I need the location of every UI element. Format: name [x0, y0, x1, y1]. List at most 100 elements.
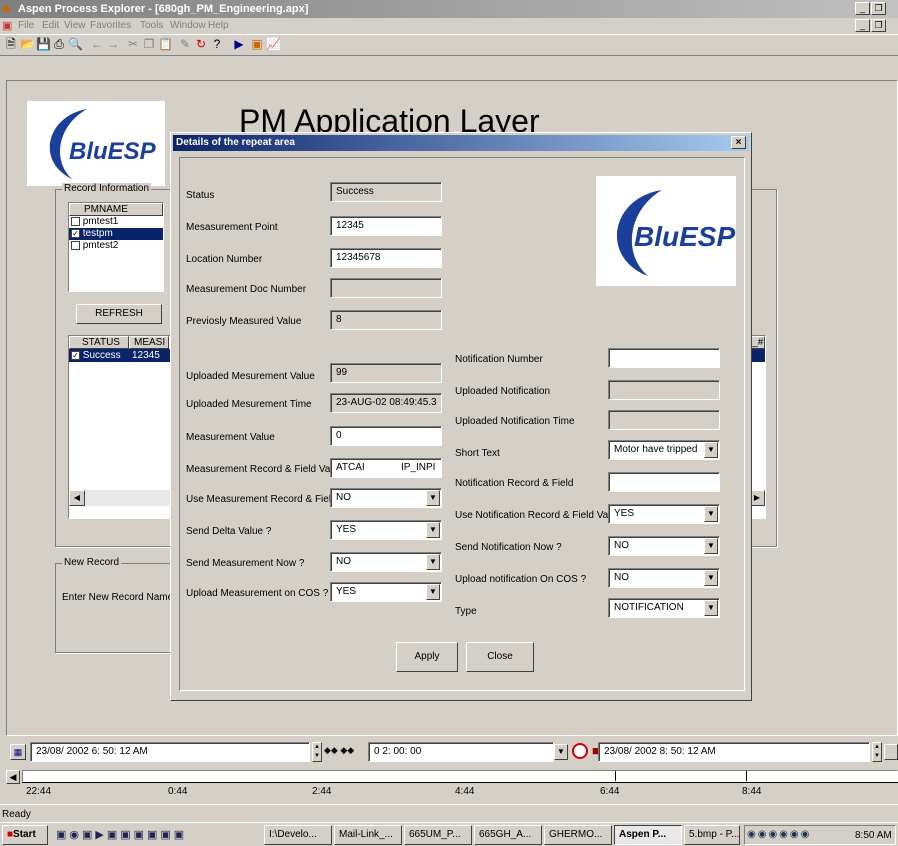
meas-record-input[interactable]: ATCAI IP_INPI	[330, 458, 442, 478]
send-notification-now-label: Send Notification Now ?	[455, 542, 562, 553]
quicklaunch-icons[interactable]: ▣◉▣▶▣▣▣▣▣▣	[56, 828, 187, 841]
print-icon[interactable]: ⎙	[52, 37, 66, 51]
close-button[interactable]: Close	[466, 642, 534, 672]
short-text-select[interactable]: Motor have tripped ▼	[608, 440, 720, 460]
minimize-button[interactable]: _	[855, 2, 870, 15]
upload-notification-cos-select[interactable]: NO ▼	[608, 568, 720, 588]
end-spin-icon[interactable]: ▲ ▼	[872, 742, 882, 762]
forward-icon[interactable]: →	[106, 37, 120, 51]
open-icon[interactable]: 📂	[20, 37, 35, 51]
grid-header-meas[interactable]: MEASI	[129, 336, 169, 349]
list-item[interactable]: pmtest1	[69, 216, 163, 228]
checkbox[interactable]	[71, 216, 80, 226]
checkbox-checked[interactable]: ✓	[71, 350, 80, 360]
chevron-down-icon[interactable]: ▼	[704, 442, 718, 458]
refresh-icon[interactable]: ↻	[194, 37, 208, 51]
dialog-close-button[interactable]: ×	[731, 136, 746, 149]
menu-help[interactable]: Help	[208, 20, 229, 31]
use-notification-record-select[interactable]: YES ▼	[608, 504, 720, 524]
calendar-end-icon[interactable]	[884, 744, 898, 760]
menu-favorites[interactable]: Favorites	[90, 20, 131, 31]
restore-button[interactable]: ❐	[871, 2, 886, 15]
mdi-restore-button[interactable]: ❐	[871, 19, 886, 32]
type-select[interactable]: NOTIFICATION ▼	[608, 598, 720, 618]
row-meas: 12345	[132, 350, 160, 361]
uploaded-notification-field	[608, 380, 720, 400]
end-time-field[interactable]: 23/08/ 2002 8: 50: 12 AM	[598, 742, 870, 762]
scroll-left-button[interactable]: ◀	[69, 490, 85, 506]
measurement-point-input[interactable]: 12345	[330, 216, 442, 236]
send-meas-now-select[interactable]: NO ▼	[330, 552, 442, 572]
chevron-down-icon[interactable]: ▼	[704, 506, 718, 522]
calendar-icon[interactable]: ▦	[10, 744, 26, 760]
notification-record-input[interactable]	[608, 472, 720, 492]
grid-header-status[interactable]: STATUS	[69, 336, 129, 349]
duration-dropdown-button[interactable]: ▼	[554, 744, 568, 760]
explorer-icon[interactable]: ▣	[250, 37, 264, 51]
upload-meas-cos-select[interactable]: YES ▼	[330, 582, 442, 602]
chevron-down-icon[interactable]: ▼	[426, 522, 440, 538]
play-icon[interactable]: ▶	[232, 37, 246, 51]
task-button[interactable]: 665UM_P...	[404, 825, 472, 845]
start-button[interactable]: ■Start	[2, 825, 48, 845]
send-delta-select[interactable]: YES ▼	[330, 520, 442, 540]
cut-icon[interactable]: ✂	[126, 37, 140, 51]
chevron-down-icon[interactable]: ▼	[426, 584, 440, 600]
paste-icon[interactable]: 📋	[158, 37, 173, 51]
checkbox[interactable]	[71, 240, 80, 250]
chevron-down-icon[interactable]: ▼	[426, 490, 440, 506]
save-icon[interactable]: 💾	[36, 37, 51, 51]
spin-icon[interactable]: ▲ ▼	[312, 742, 322, 762]
chevron-down-icon[interactable]: ▼	[704, 600, 718, 616]
task-button[interactable]: Mail-Link_...	[334, 825, 402, 845]
chevron-down-icon[interactable]: ▼	[426, 554, 440, 570]
menu-window[interactable]: Window	[170, 20, 206, 31]
timeline-left-button[interactable]: ◀	[6, 770, 20, 784]
edit-icon[interactable]: ✎	[178, 37, 192, 51]
row-status: Success	[82, 350, 121, 361]
logo-text: BluESP	[69, 138, 157, 165]
mdi-minimize-button[interactable]: _	[855, 19, 870, 32]
chart-icon[interactable]: 📈	[266, 37, 281, 51]
list-item[interactable]: pmtest2	[69, 240, 163, 252]
clock-icon[interactable]	[572, 743, 588, 759]
apply-button[interactable]: Apply	[396, 642, 458, 672]
help-icon[interactable]: ?	[210, 37, 224, 51]
checkbox-checked[interactable]: ✓	[71, 228, 80, 238]
menu-edit[interactable]: Edit	[42, 20, 59, 31]
task-button[interactable]: GHERMO...	[544, 825, 612, 845]
menu-tools[interactable]: Tools	[140, 20, 163, 31]
refresh-button[interactable]: REFRESH	[76, 304, 162, 324]
timeline[interactable]: ◀ 22:44 0:44 2:44 4:44 6:44 8:44	[6, 768, 898, 800]
menu-file[interactable]: File	[18, 20, 34, 31]
pmname-header[interactable]: PMNAME	[69, 203, 163, 216]
print-preview-icon[interactable]: 🔍	[68, 37, 83, 51]
use-meas-record-select[interactable]: NO ▼	[330, 488, 442, 508]
new-icon[interactable]: 🗎	[4, 37, 18, 51]
task-button[interactable]: 5.bmp - P...	[684, 825, 740, 845]
task-button[interactable]: 665GH_A...	[474, 825, 542, 845]
start-time-field[interactable]: 23/08/ 2002 6: 50: 12 AM	[30, 742, 310, 762]
back-icon[interactable]: ←	[90, 37, 104, 51]
location-number-input[interactable]: 12345678	[330, 248, 442, 268]
app-title-bar[interactable]: ◆ Aspen Process Explorer - [680gh_PM_Eng…	[0, 0, 898, 18]
task-button[interactable]: I:\Develo...	[264, 825, 332, 845]
duration-field[interactable]: 0 2: 00: 00	[368, 742, 554, 762]
timeline-window-marker[interactable]	[615, 771, 747, 781]
copy-icon[interactable]: ❐	[142, 37, 156, 51]
step-controls-icon[interactable]: ◆◆ ◆◆	[324, 745, 354, 756]
send-notification-now-select[interactable]: NO ▼	[608, 536, 720, 556]
tick-label: 6:44	[600, 786, 620, 797]
chevron-down-icon[interactable]: ▼	[704, 570, 718, 586]
menu-view[interactable]: View	[64, 20, 86, 31]
list-item[interactable]: ✓ testpm	[69, 228, 163, 240]
dialog-title-bar[interactable]: Details of the repeat area ×	[173, 135, 749, 151]
measurement-value-input[interactable]: 0	[330, 426, 442, 446]
taskbar: ■Start ▣◉▣▶▣▣▣▣▣▣ I:\Develo... Mail-Link…	[0, 822, 898, 846]
chevron-down-icon[interactable]: ▼	[704, 538, 718, 554]
tray-icons[interactable]: ◉◉◉◉◉◉	[747, 829, 811, 840]
pmname-list[interactable]: PMNAME pmtest1 ✓ testpm pmtest2	[68, 202, 164, 292]
task-button-active[interactable]: Aspen P...	[614, 825, 682, 845]
timeline-track[interactable]	[22, 770, 898, 782]
notification-number-input[interactable]	[608, 348, 720, 368]
